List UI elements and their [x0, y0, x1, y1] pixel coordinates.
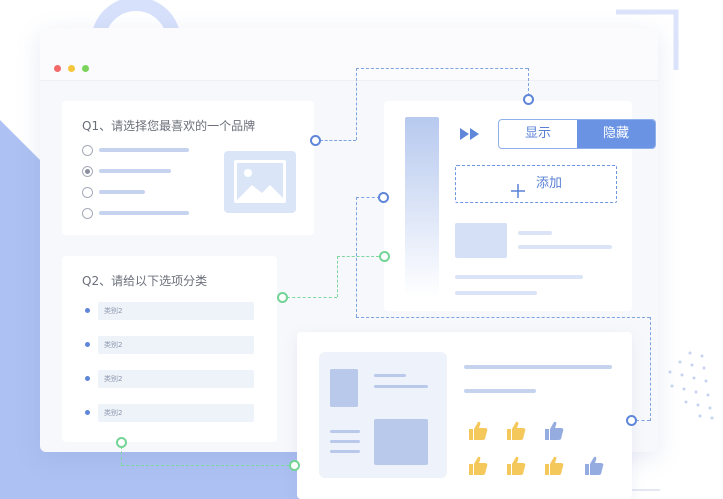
close-dot[interactable] [54, 65, 61, 72]
text-placeholder-line [518, 245, 612, 249]
connector-node [523, 94, 534, 105]
connector-line [356, 68, 357, 140]
connector-line [356, 68, 528, 69]
radio-option-3[interactable] [82, 187, 93, 198]
connector-node [310, 135, 321, 146]
plus-icon [511, 177, 525, 213]
thumbs-up-icon[interactable] [469, 421, 488, 440]
connector-line [636, 420, 650, 421]
question-card-q1: Q1、请选择您最喜欢的一个品牌 [62, 101, 314, 235]
connector-line [337, 256, 379, 257]
connector-line [287, 297, 337, 298]
text-placeholder-line [518, 231, 552, 235]
thumbs-up-icon[interactable] [507, 456, 526, 475]
question-title: Q1、请选择您最喜欢的一个品牌 [82, 119, 256, 133]
connector-node [626, 415, 637, 426]
connector-line [121, 446, 122, 465]
connector-line [650, 317, 651, 421]
thumbs-up-icon[interactable] [545, 456, 564, 475]
category-chip[interactable]: 类别2 [98, 370, 254, 388]
double-chevron-right-icon [458, 125, 484, 147]
question-card-q2: Q2、请给以下选项分类 类别2 类别2 类别2 类别2 [62, 256, 277, 442]
thumbs-up-icon[interactable] [507, 421, 526, 440]
option-text-placeholder [99, 190, 145, 194]
add-button[interactable]: 添加 [455, 165, 617, 203]
layout-block [330, 369, 358, 407]
content-thumbnail [455, 223, 507, 258]
add-label: 添加 [536, 176, 563, 191]
category-chip[interactable]: 类别2 [98, 404, 254, 422]
connector-line [356, 317, 650, 318]
layout-preview [319, 352, 447, 478]
bullet-dot [85, 410, 90, 415]
category-chip[interactable]: 类别2 [98, 302, 254, 320]
rating-thumbs [469, 421, 604, 475]
radio-option-1[interactable] [82, 145, 93, 156]
text-placeholder-line [455, 275, 583, 279]
toggle-hide-option[interactable]: 隐藏 [577, 120, 655, 148]
window-titlebar [40, 28, 658, 81]
bullet-dot [85, 376, 90, 381]
connector-line [337, 256, 338, 297]
vertical-gradient-bar [405, 117, 439, 297]
bullet-dot [85, 342, 90, 347]
connector-node [378, 192, 389, 203]
question-title: Q2、请给以下选项分类 [82, 274, 208, 288]
bullet-dot [85, 308, 90, 313]
show-hide-toggle[interactable]: 显示 隐藏 [498, 119, 656, 149]
text-placeholder-line [374, 385, 428, 388]
category-chip[interactable]: 类别2 [98, 336, 254, 354]
connector-line [356, 197, 357, 317]
option-text-placeholder [99, 148, 189, 152]
dot-grid-decoration [668, 351, 714, 420]
text-placeholder-line [464, 365, 612, 369]
layout-block [374, 419, 428, 465]
text-placeholder-line [330, 430, 360, 433]
minimize-dot[interactable] [68, 65, 75, 72]
connector-node [379, 251, 390, 262]
connector-node [116, 437, 127, 448]
connector-line [356, 197, 380, 198]
connector-line [528, 68, 529, 96]
text-placeholder-line [330, 440, 360, 443]
radio-option-4[interactable] [82, 208, 93, 219]
connector-line [320, 140, 356, 141]
text-placeholder-line [464, 389, 536, 393]
thumbs-up-icon[interactable] [469, 456, 488, 475]
text-placeholder-line [374, 374, 406, 377]
option-text-placeholder [99, 211, 189, 215]
text-placeholder-line [455, 291, 537, 295]
image-placeholder-icon [224, 151, 296, 213]
maximize-dot[interactable] [82, 65, 89, 72]
toggle-show-option[interactable]: 显示 [499, 120, 577, 148]
option-text-placeholder [99, 169, 171, 173]
connector-line [121, 465, 289, 466]
text-placeholder-line [330, 450, 360, 453]
connector-node [289, 460, 300, 471]
connector-node [277, 292, 288, 303]
thumbs-up-icon[interactable] [545, 421, 564, 440]
thumbs-up-icon[interactable] [585, 456, 604, 475]
radio-option-2[interactable] [82, 166, 93, 177]
